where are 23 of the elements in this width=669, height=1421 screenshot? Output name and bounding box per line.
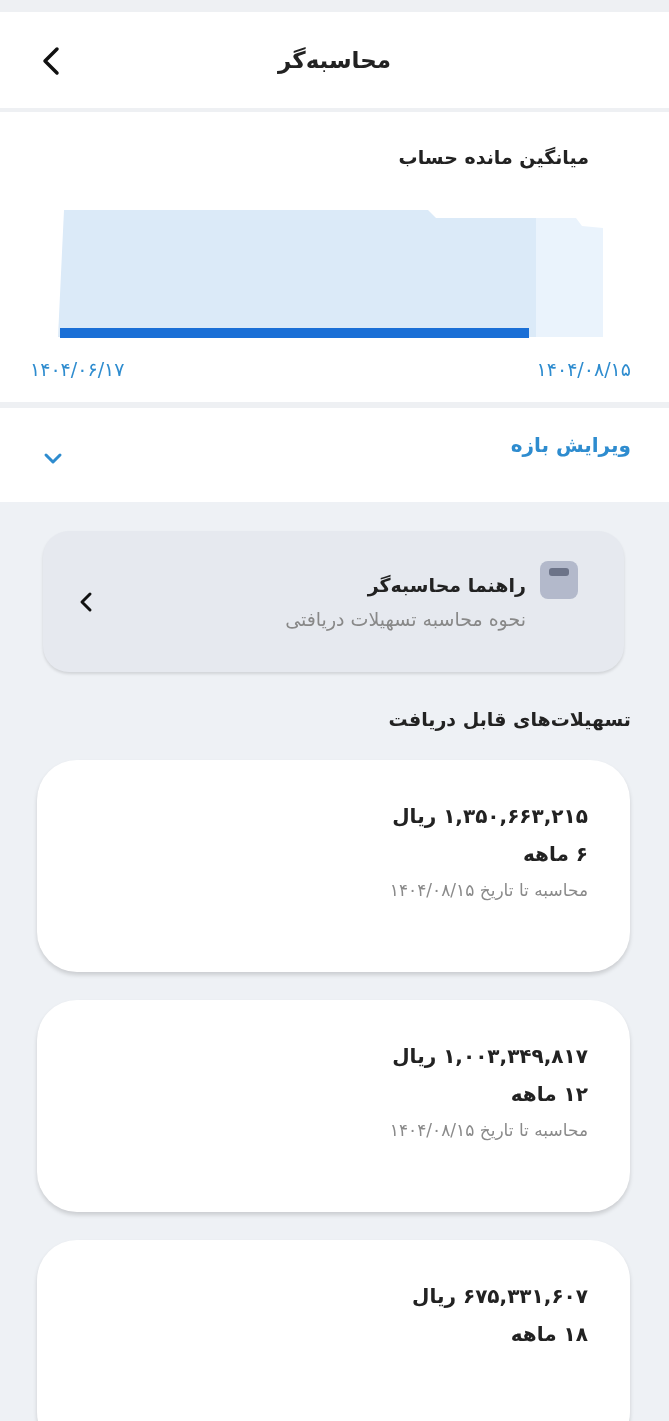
loan-amount: ۱,۳۵۰,۶۶۳,۲۱۵ ریال xyxy=(392,804,588,828)
loan-card[interactable]: ۱,۳۵۰,۶۶۳,۲۱۵ ریال ۶ ماهه محاسبه تا تاریخ ۱۴۰۴/۰۸/۱۵ xyxy=(37,760,630,972)
edit-range-toggle[interactable]: ویرایش بازه xyxy=(510,430,631,460)
loan-amount: ۶۷۵,۳۳۱,۶۰۷ ریال xyxy=(412,1284,588,1308)
chart-title: میانگین مانده حساب xyxy=(398,146,589,168)
loan-term: ۱۲ ماهه xyxy=(510,1082,588,1106)
section-heading: تسهیلات‌های قابل دریافت xyxy=(387,708,631,730)
calculation-date: محاسبه تا تاریخ ۱۴۰۴/۰۸/۱۵ xyxy=(389,1120,588,1140)
loan-card[interactable]: ۶۷۵,۳۳۱,۶۰۷ ریال ۱۸ ماهه xyxy=(37,1240,630,1421)
calculator-icon xyxy=(540,561,578,599)
chevron-left-icon xyxy=(79,590,93,613)
page-title: محاسبه‌گر xyxy=(277,47,392,73)
chevron-icon[interactable] xyxy=(42,452,64,466)
calculator-guide-card[interactable]: راهنما محاسبه‌گر نحوه محاسبه تسهیلات دریافتی xyxy=(43,531,624,672)
guide-subtitle: نحوه محاسبه تسهیلات دریافتی xyxy=(284,607,526,630)
range-start-date: ۱۴۰۴/۰۸/۱۵ xyxy=(536,358,631,380)
loan-amount: ۱,۰۰۳,۳۴۹,۸۱۷ ریال xyxy=(392,1044,588,1068)
range-end-date: ۱۴۰۴/۰۶/۱۷ xyxy=(30,358,125,380)
calculation-date: محاسبه تا تاریخ ۱۴۰۴/۰۸/۱۵ xyxy=(389,880,588,900)
loan-term: ۶ ماهه xyxy=(522,842,588,866)
loan-term: ۱۸ ماهه xyxy=(510,1322,588,1346)
loan-card[interactable]: ۱,۰۰۳,۳۴۹,۸۱۷ ریال ۱۲ ماهه محاسبه تا تاریخ ۱۴۰۴/۰۸/۱۵ xyxy=(37,1000,630,1212)
guide-title: راهنما محاسبه‌گر xyxy=(366,573,526,596)
